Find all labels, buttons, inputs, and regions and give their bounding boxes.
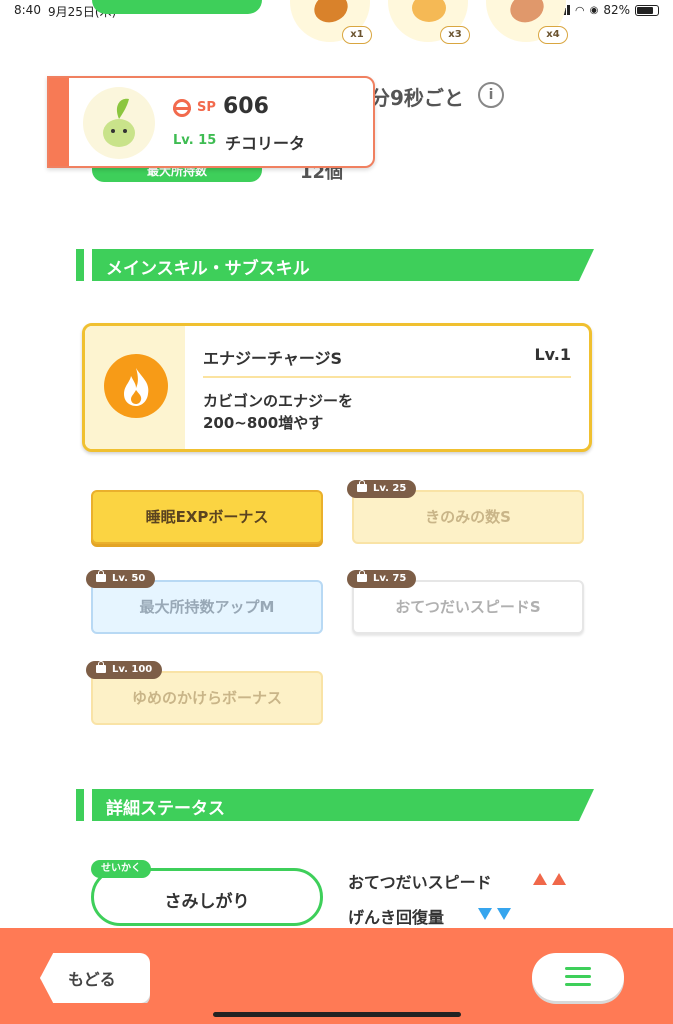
menu-button[interactable] [532, 953, 624, 1001]
chikorita-icon [103, 98, 135, 147]
ingredient-slot[interactable]: x1 [290, 0, 372, 44]
pokemon-summary-card[interactable]: SP 606 Lv. 15 チコリータ [47, 76, 375, 168]
lock-icon [357, 480, 367, 492]
main-skill-description: カビゴンのエナジーを 200~800増やす [203, 392, 354, 432]
nature-tag: せいかく [91, 860, 151, 878]
lock-icon [96, 570, 106, 582]
status-indicators: ◠ ◉ 82% [554, 3, 659, 17]
flame-icon [104, 354, 168, 418]
down-arrow-icon [478, 908, 492, 920]
wifi-icon: ◠ [574, 3, 585, 17]
home-indicator[interactable] [213, 1012, 461, 1017]
section-title: メインスキル・サブスキル [106, 259, 310, 279]
lock-icon [357, 570, 367, 582]
sp-label: SP [197, 100, 216, 115]
unlock-level-badge: Lv. 75 [347, 570, 417, 588]
lock-icon [96, 661, 106, 673]
pokemon-avatar [83, 87, 155, 159]
section-title: 詳細ステータス [106, 799, 225, 819]
up-arrow-icon [552, 873, 566, 885]
sp-icon [173, 99, 191, 117]
nature-value: さみしがり [164, 892, 250, 912]
ingredient-slot[interactable]: x3 [388, 0, 470, 44]
battery-icon [635, 4, 659, 16]
unlock-level-badge: Lv. 25 [347, 480, 417, 498]
help-interval-text: 分9秒ごと [370, 86, 464, 110]
back-button[interactable]: もどる [40, 953, 150, 1003]
back-button-label: もどる [68, 970, 116, 989]
sub-skill-dream-shard-bonus[interactable]: ゆめのかけらボーナス [91, 671, 323, 725]
card-accent-stripe [49, 78, 69, 166]
sub-skill-berry-count[interactable]: きのみの数S [352, 490, 584, 544]
info-icon[interactable]: i [478, 82, 504, 108]
sp-value: 606 [223, 94, 269, 119]
pokemon-name: チコリータ [225, 134, 306, 153]
down-arrow-icon [497, 908, 511, 920]
status-time: 8:40 [14, 3, 41, 17]
hamburger-icon [565, 967, 591, 991]
sub-skill-inventory-up[interactable]: 最大所持数アップM [91, 580, 323, 634]
up-arrow-icon [533, 873, 547, 885]
unlock-level-badge: Lv. 100 [86, 661, 163, 679]
location-icon: ◉ [589, 4, 599, 16]
main-skill-name: エナジーチャージS [203, 349, 343, 368]
sub-skill-sleep-exp-bonus[interactable]: 睡眠EXPボーナス [91, 490, 323, 544]
main-skill-level: Lv.1 [534, 345, 571, 364]
ingredient-qty: x3 [440, 26, 470, 44]
status-section-header: 詳細ステータス [76, 789, 594, 821]
ingredients-pill: 食材 [92, 0, 262, 14]
ingredient-qty: x4 [538, 26, 568, 44]
divider [203, 376, 571, 378]
unlock-level-badge: Lv. 50 [86, 570, 156, 588]
pokemon-level: Lv. 15 [173, 133, 217, 148]
main-skill-card[interactable]: エナジーチャージS Lv.1 カビゴンのエナジーを 200~800増やす [82, 323, 592, 452]
nature-up-effect: おてつだいスピード [348, 873, 492, 892]
ingredient-qty: x1 [342, 26, 372, 44]
battery-percent: 82% [603, 3, 630, 17]
nature-down-effect: げんき回復量 [348, 908, 445, 927]
ingredient-slot[interactable]: x4 [486, 0, 568, 44]
sub-skill-helping-speed[interactable]: おてつだいスピードS [352, 580, 584, 634]
skills-section-header: メインスキル・サブスキル [76, 249, 594, 281]
